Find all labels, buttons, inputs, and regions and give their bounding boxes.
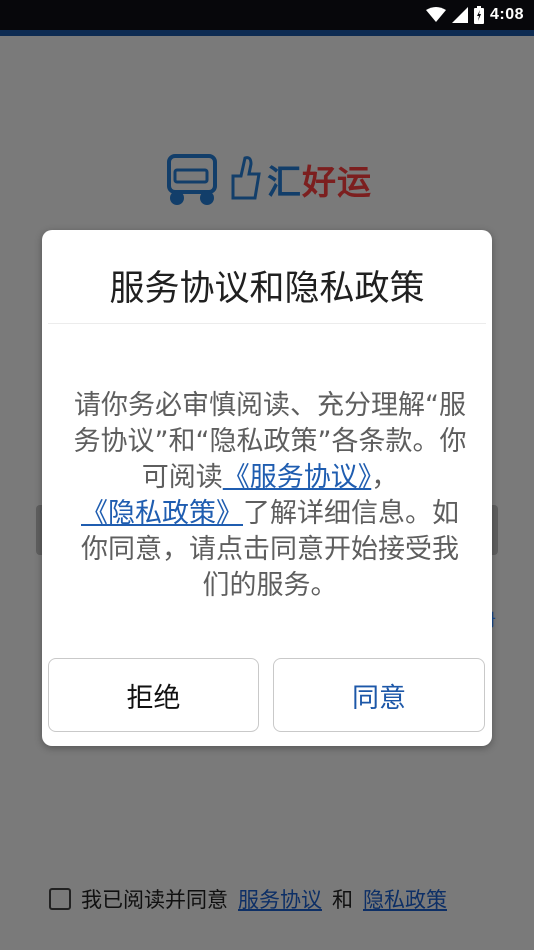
dialog-service-link[interactable]: 《服务协议》	[223, 462, 372, 493]
wifi-icon	[425, 7, 446, 22]
thumbs-up-icon	[231, 156, 261, 200]
agreement-dialog: 服务协议和隐私政策 请你务必审慎阅读、充分理解“服务协议”和“隐私政策”各条款。…	[42, 230, 492, 746]
battery-icon	[473, 6, 484, 24]
agreement-row: 我已阅读并同意 服务协议 和 隐私政策	[49, 884, 447, 914]
app-logo: 汇好运	[163, 150, 372, 208]
dialog-privacy-link[interactable]: 《隐私政策》	[81, 498, 243, 529]
agreement-and: 和	[332, 888, 353, 912]
truck-icon	[167, 154, 217, 205]
signal-icon	[451, 7, 468, 23]
logo-text-part1: 汇	[267, 162, 302, 203]
dialog-title: 服务协议和隐私政策	[109, 269, 425, 309]
privacy-policy-link[interactable]: 隐私政策	[363, 884, 447, 914]
status-time: 4:08	[489, 6, 524, 23]
dialog-divider	[48, 323, 486, 324]
status-bar: 4:08	[0, 0, 534, 30]
agree-checkbox[interactable]	[49, 888, 71, 910]
reject-button[interactable]: 拒绝	[48, 658, 259, 732]
dialog-body: 请你务必审慎阅读、充分理解“服务协议”和“隐私政策”各条款。你可阅读《服务协议》…	[72, 388, 468, 604]
service-agreement-link[interactable]: 服务协议	[238, 884, 322, 914]
logo-text: 汇好运	[267, 163, 372, 203]
dialog-comma: ，	[371, 462, 399, 493]
logo-text-part2: 好运	[302, 162, 372, 203]
accept-button[interactable]: 同意	[273, 658, 485, 732]
agreement-prefix: 我已阅读并同意	[81, 888, 228, 912]
